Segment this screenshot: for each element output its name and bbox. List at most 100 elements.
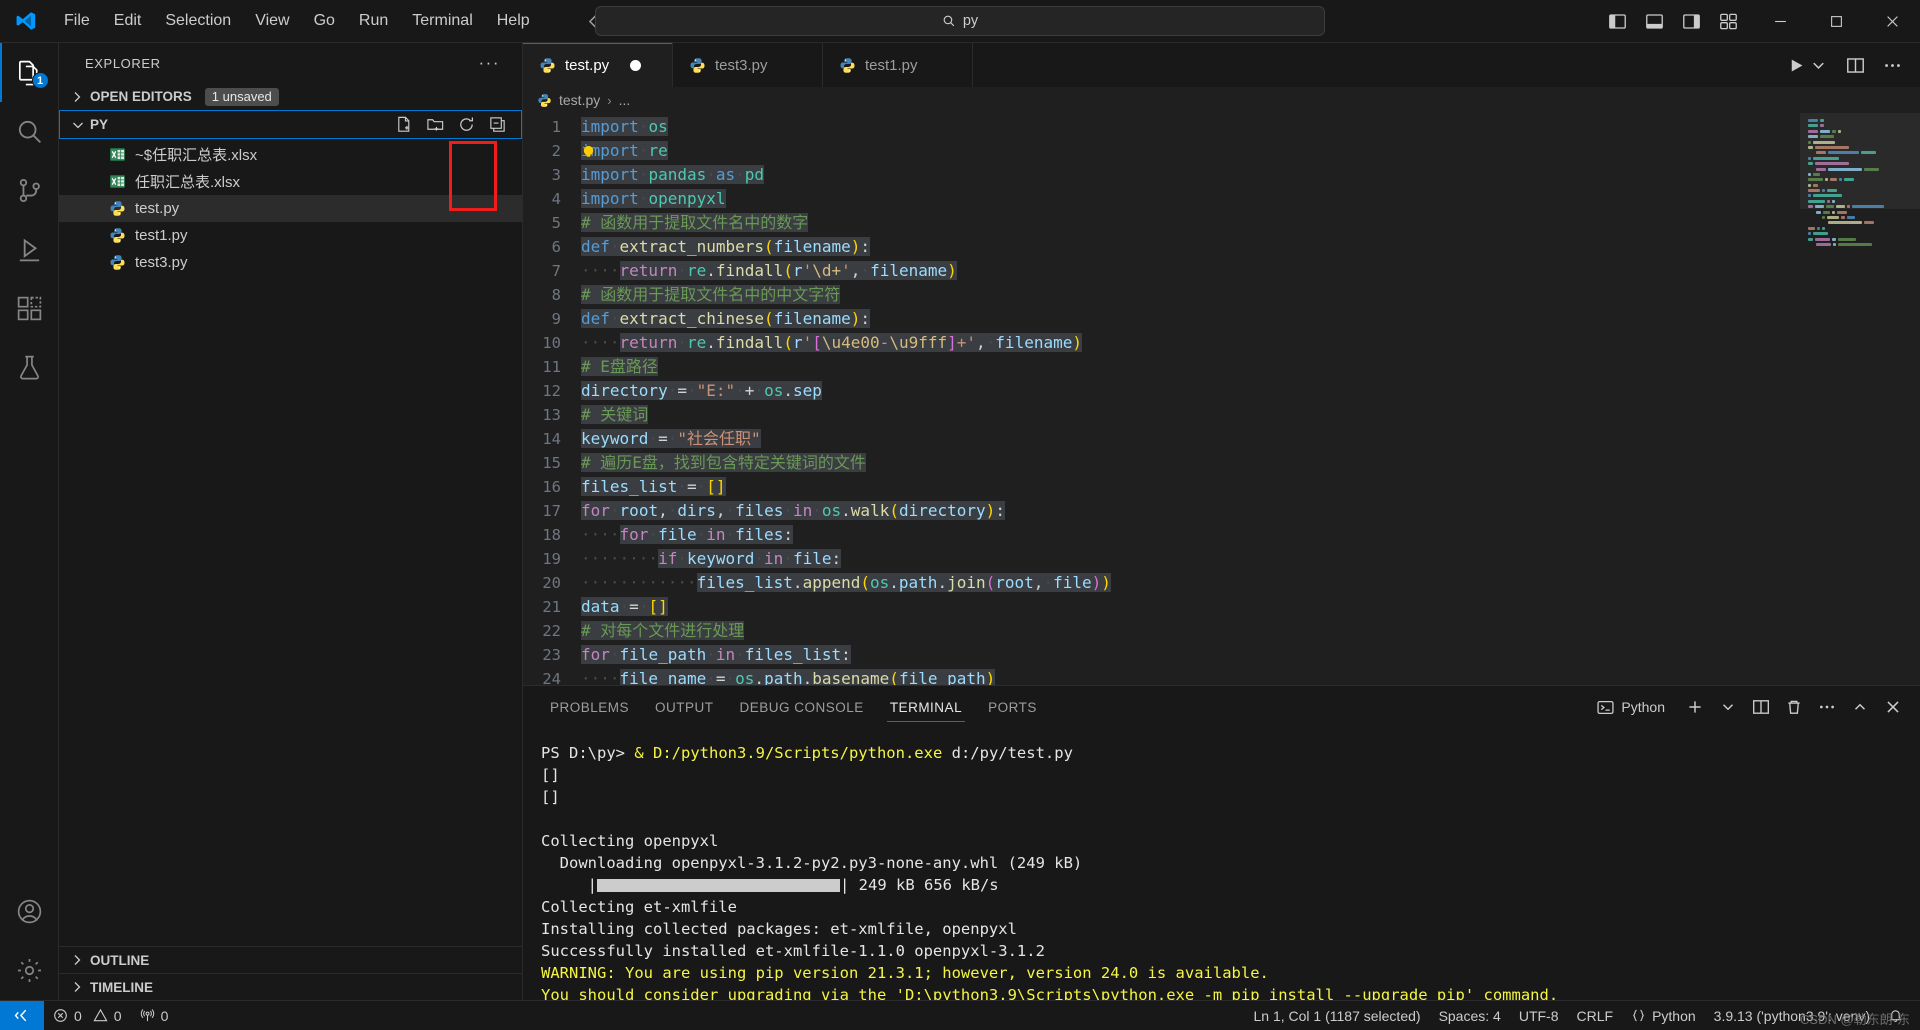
list-item[interactable]: ~$任职汇总表.xlsx bbox=[59, 141, 522, 168]
remote-window-icon[interactable] bbox=[0, 1000, 44, 1030]
tab-label: test.py bbox=[565, 56, 610, 74]
menu-terminal[interactable]: Terminal bbox=[400, 8, 484, 34]
warning-icon bbox=[93, 1008, 108, 1023]
line-number: 24 bbox=[542, 670, 561, 685]
customize-layout-icon[interactable] bbox=[1719, 12, 1738, 31]
terminal-line: You should consider upgrading via the 'D… bbox=[541, 986, 1559, 1000]
tab-problems[interactable]: PROBLEMS bbox=[537, 686, 642, 728]
list-item[interactable]: test1.py bbox=[59, 222, 522, 249]
timeline-section[interactable]: TIMELINE bbox=[59, 973, 522, 1000]
sidebar-more-actions-icon[interactable]: ··· bbox=[479, 53, 500, 73]
tab-test-py[interactable]: test.py bbox=[523, 43, 673, 87]
collapse-folders-icon[interactable] bbox=[488, 115, 507, 134]
terminal-line: Collecting et-xmlfile bbox=[541, 898, 737, 916]
more-actions-icon[interactable] bbox=[1818, 698, 1836, 716]
tab-ports[interactable]: PORTS bbox=[975, 686, 1050, 728]
run-dropdown-icon[interactable] bbox=[1809, 56, 1828, 75]
line-number: 4 bbox=[551, 190, 561, 208]
new-file-icon[interactable] bbox=[395, 115, 414, 134]
open-editors-section[interactable]: OPEN EDITORS 1 unsaved bbox=[59, 83, 522, 110]
line-number: 3 bbox=[551, 166, 561, 184]
folder-section-py[interactable]: PY bbox=[59, 110, 522, 139]
terminal-panel: PROBLEMS OUTPUT DEBUG CONSOLE TERMINAL P… bbox=[523, 685, 1920, 1000]
split-terminal-icon[interactable] bbox=[1752, 698, 1770, 716]
status-indentation[interactable]: Spaces: 4 bbox=[1430, 1001, 1510, 1030]
tab-output[interactable]: OUTPUT bbox=[642, 686, 727, 728]
menu-file[interactable]: File bbox=[52, 8, 102, 34]
line-number: 2 bbox=[551, 142, 561, 160]
sidebar-title: EXPLORER ··· bbox=[59, 43, 522, 83]
status-language-mode[interactable]: Python bbox=[1622, 1001, 1705, 1030]
status-cursor-position[interactable]: Ln 1, Col 1 (1187 selected) bbox=[1244, 1001, 1429, 1030]
new-terminal-icon[interactable] bbox=[1686, 698, 1704, 716]
line-number: 1 bbox=[551, 118, 561, 136]
breadcrumb-file[interactable]: test.py bbox=[559, 92, 600, 108]
sidebar-item-source-control[interactable] bbox=[0, 161, 59, 220]
tab-terminal[interactable]: TERMINAL bbox=[877, 686, 975, 728]
menu-go[interactable]: Go bbox=[302, 8, 347, 34]
list-item[interactable]: 任职汇总表.xlsx bbox=[59, 168, 522, 195]
sidebar-item-extensions[interactable] bbox=[0, 279, 59, 338]
code-editor[interactable]: 1 2 3 4 5 6 7 8 9 10 11 12 13 14 15 16 17 18 19 20 21 22 23 24 … bbox=[523, 113, 1920, 685]
refresh-explorer-icon[interactable] bbox=[457, 115, 476, 134]
list-item[interactable]: test3.py bbox=[59, 249, 522, 276]
file-name: test.py bbox=[135, 200, 180, 217]
toggle-primary-sidebar-icon[interactable] bbox=[1608, 12, 1627, 31]
more-actions-icon[interactable] bbox=[1883, 56, 1902, 75]
tab-test1-py[interactable]: test1.py bbox=[823, 43, 973, 87]
sidebar-item-search[interactable] bbox=[0, 102, 59, 161]
status-encoding[interactable]: UTF-8 bbox=[1510, 1001, 1568, 1030]
split-editor-icon[interactable] bbox=[1846, 56, 1865, 75]
outline-section[interactable]: OUTLINE bbox=[59, 946, 522, 973]
terminal-line: [] bbox=[541, 766, 560, 784]
line-number: 12 bbox=[542, 382, 561, 400]
tab-label: test1.py bbox=[865, 56, 918, 74]
code-content[interactable]: import·os import·re import·pandas·as·pd … bbox=[581, 113, 1920, 685]
menu-run[interactable]: Run bbox=[347, 8, 400, 34]
line-number: 7 bbox=[551, 262, 561, 280]
close-panel-icon[interactable] bbox=[1884, 698, 1902, 716]
menu-help[interactable]: Help bbox=[485, 8, 542, 34]
sidebar-item-explorer[interactable]: 1 bbox=[0, 43, 59, 102]
menu-edit[interactable]: Edit bbox=[102, 8, 154, 34]
terminal-dropdown-icon[interactable] bbox=[1719, 698, 1737, 716]
sidebar-item-testing[interactable] bbox=[0, 338, 59, 397]
terminal-output[interactable]: PS D:\py> & D:/python3.9/Scripts/python.… bbox=[523, 728, 1920, 1000]
maximize-button[interactable] bbox=[1808, 0, 1864, 43]
list-item[interactable]: test.py bbox=[59, 195, 522, 222]
lightbulb-icon[interactable] bbox=[581, 142, 596, 157]
toggle-panel-icon[interactable] bbox=[1645, 12, 1664, 31]
file-name: ~$任职汇总表.xlsx bbox=[135, 147, 258, 164]
tab-test3-py[interactable]: test3.py bbox=[673, 43, 823, 87]
kill-terminal-icon[interactable] bbox=[1785, 698, 1803, 716]
menu-bar: File Edit Selection View Go Run Terminal… bbox=[52, 8, 542, 34]
terminal-icon bbox=[1597, 699, 1614, 716]
status-eol[interactable]: CRLF bbox=[1568, 1001, 1623, 1030]
maximize-panel-icon[interactable] bbox=[1851, 698, 1869, 716]
run-python-file-icon[interactable] bbox=[1787, 56, 1806, 75]
breadcrumb-rest[interactable]: ... bbox=[619, 92, 631, 108]
new-folder-icon[interactable] bbox=[426, 115, 445, 134]
sidebar-bottom-sections: OUTLINE TIMELINE bbox=[59, 946, 522, 1000]
terminal-selector[interactable]: Python bbox=[1591, 697, 1671, 718]
toggle-secondary-sidebar-icon[interactable] bbox=[1682, 12, 1701, 31]
status-ports[interactable]: 0 bbox=[131, 1001, 178, 1030]
python-icon bbox=[109, 254, 126, 271]
sidebar-item-run-and-debug[interactable] bbox=[0, 220, 59, 279]
tab-debug-console[interactable]: DEBUG CONSOLE bbox=[727, 686, 877, 728]
command-center[interactable]: py bbox=[595, 6, 1325, 36]
python-icon bbox=[839, 57, 856, 74]
explorer-badge: 1 bbox=[31, 72, 49, 89]
ports-count: 0 bbox=[160, 1007, 169, 1024]
menu-selection[interactable]: Selection bbox=[153, 8, 243, 34]
line-number: 19 bbox=[542, 550, 561, 568]
unsaved-dot-icon[interactable] bbox=[630, 59, 642, 71]
minimize-button[interactable] bbox=[1752, 0, 1808, 43]
close-button[interactable] bbox=[1864, 0, 1920, 43]
file-name: test3.py bbox=[135, 254, 188, 271]
status-problems[interactable]: 0 0 bbox=[44, 1001, 131, 1030]
account-icon[interactable] bbox=[0, 882, 59, 941]
menu-view[interactable]: View bbox=[243, 8, 301, 34]
gear-icon[interactable] bbox=[0, 941, 59, 1000]
activity-bar: 1 bbox=[0, 43, 59, 1000]
